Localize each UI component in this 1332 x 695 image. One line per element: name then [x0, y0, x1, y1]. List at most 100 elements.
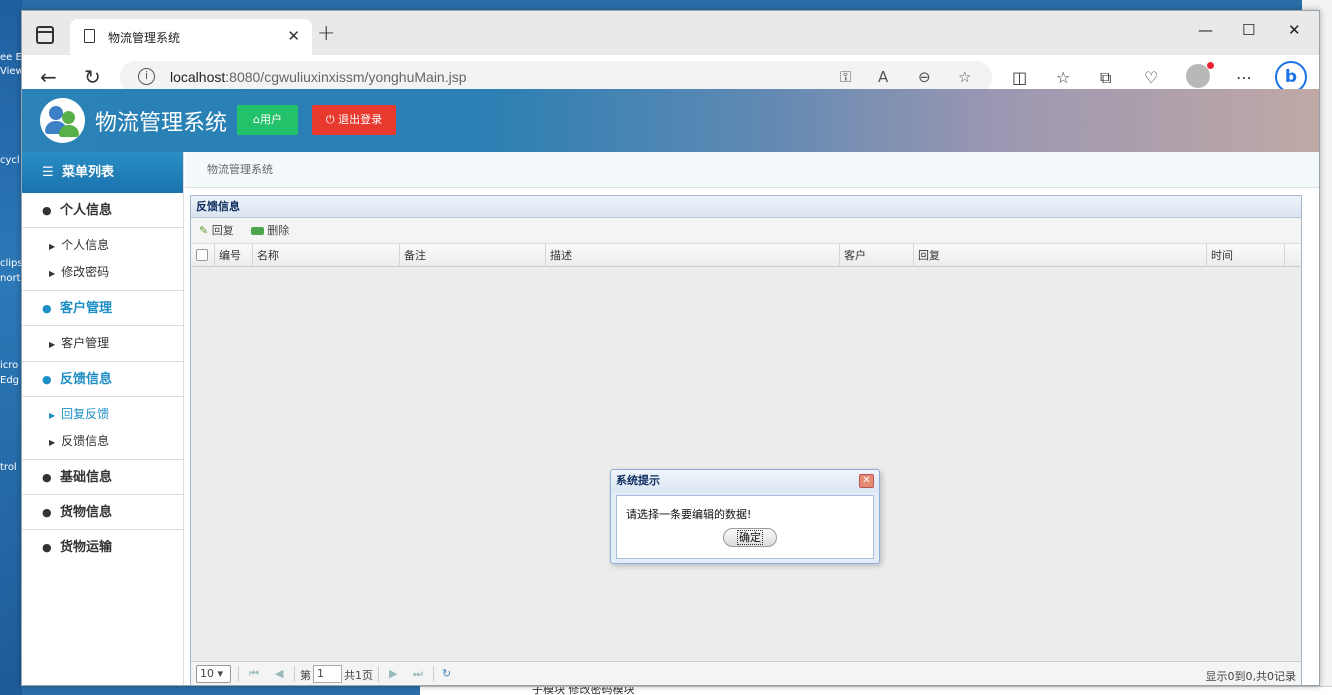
user-icon: ● — [42, 204, 52, 217]
maximize-button[interactable]: ☐ — [1242, 21, 1255, 39]
url-path: :8080/cgwuliuxinxissm/yonghuMain.jsp — [225, 69, 467, 85]
sidebar: ☰ 菜单列表 ● 个人信息 ▶ 个人信息 ▶ 修改密码 ● 客户管理 ▶ 客户管理 ● 反馈信… — [22, 152, 184, 685]
sidebar-section-basic-info[interactable]: ● 基础信息 — [22, 460, 183, 495]
sidebar-item-reply-feedback[interactable]: ▶ 回复反馈 — [22, 401, 183, 428]
workspaces-icon[interactable] — [36, 26, 54, 44]
power-icon: ⏻ — [325, 113, 339, 126]
user-icon: ● — [42, 541, 52, 554]
select-all-checkbox[interactable] — [196, 249, 208, 261]
minimize-button[interactable]: — — [1198, 21, 1213, 39]
select-all-cell — [191, 244, 215, 267]
column-header[interactable]: 客户 — [840, 244, 914, 267]
dialog-message: 请选择一条要编辑的数据! — [626, 508, 752, 521]
page-number-input[interactable]: 1 — [313, 665, 342, 683]
page-total: 共1页 — [344, 669, 373, 682]
user-icon: ● — [42, 302, 52, 315]
user-icon: ● — [42, 506, 52, 519]
sidebar-heading: ☰ 菜单列表 — [22, 152, 183, 193]
back-icon[interactable]: ← — [40, 65, 57, 89]
desktop-icon-label[interactable]: icro — [0, 360, 22, 371]
read-aloud-icon[interactable]: A — [878, 68, 888, 86]
split-screen-icon[interactable]: ◫ — [1012, 68, 1027, 87]
column-header[interactable]: 名称 — [253, 244, 400, 267]
feedback-panel: 反馈信息 ✎ 回复 删除 编号 名称 备注 描述 客户 回复 时间 10 ▾ ⏮… — [190, 195, 1302, 685]
app-title: 物流管理系统 — [95, 111, 228, 136]
desktop-icon-label[interactable]: cycl — [0, 155, 22, 166]
dialog-title: 系统提示 — [611, 470, 879, 492]
key-icon[interactable]: ⚿ — [840, 68, 851, 86]
desktop-icon-label[interactable]: Edg — [0, 375, 22, 386]
profile-avatar[interactable] — [1186, 62, 1214, 88]
column-header[interactable]: 时间 — [1207, 244, 1285, 267]
sidebar-item-personal-info[interactable]: ▶ 个人信息 — [22, 232, 183, 259]
tab-close-icon[interactable]: ✕ — [287, 27, 300, 45]
logout-button[interactable]: ⏻ 退出登录 — [312, 105, 396, 135]
refresh-icon[interactable]: ↻ — [84, 65, 101, 89]
panel-toolbar: ✎ 回复 删除 — [191, 218, 1301, 244]
page-size-select[interactable]: 10 ▾ — [196, 665, 231, 683]
grid-body — [191, 267, 1301, 661]
desktop-icon-label[interactable]: clips — [0, 258, 23, 269]
zoom-out-icon[interactable]: ⊖ — [918, 68, 931, 86]
desktop-icon-label[interactable]: trol — [0, 462, 22, 473]
browser-window: 物流管理系统 ✕ + — ☐ ✕ ← ↻ i localhost:8080/cg… — [21, 10, 1320, 686]
sidebar-section-feedback[interactable]: ● 反馈信息 — [22, 362, 183, 397]
more-menu-icon[interactable]: ⋯ — [1236, 68, 1252, 87]
browser-tab[interactable]: 物流管理系统 ✕ — [70, 19, 312, 55]
browser-essentials-icon[interactable]: ♡ — [1144, 68, 1158, 87]
app-header: 物流管理系统 ⌂用户 ⏻ 退出登录 — [22, 89, 1319, 152]
caret-right-icon: ▶ — [49, 269, 56, 278]
pencil-icon: ✎ — [199, 224, 209, 237]
web-app: 物流管理系统 ⌂用户 ⏻ 退出登录 ☰ 菜单列表 ● 个人信息 ▶ 个人信息 ▶ 修改密… — [22, 89, 1319, 685]
sidebar-section-goods-info[interactable]: ● 货物信息 — [22, 495, 183, 530]
delete-button[interactable]: 删除 — [251, 224, 289, 237]
collections-icon[interactable]: ⧉ — [1100, 68, 1111, 88]
sidebar-item-customer-management[interactable]: ▶ 客户管理 — [22, 330, 183, 357]
desktop-icon-label[interactable]: nort — [0, 273, 22, 284]
users-logo-icon — [40, 98, 85, 143]
page-prefix: 第 — [300, 669, 311, 682]
alert-dialog: 系统提示 ✕ 请选择一条要编辑的数据! 确定 — [610, 469, 880, 564]
site-info-icon[interactable]: i — [138, 68, 155, 85]
favorites-icon[interactable]: ☆ — [1056, 68, 1070, 87]
column-header[interactable]: 回复 — [914, 244, 1207, 267]
column-header[interactable]: 编号 — [215, 244, 253, 267]
refresh-page-icon[interactable]: ↻ — [442, 667, 451, 680]
new-tab-button[interactable]: + — [317, 21, 335, 46]
last-page-icon[interactable]: ⏭ — [413, 667, 423, 681]
first-page-icon[interactable]: ⏮ — [249, 667, 259, 681]
next-page-icon[interactable]: ▶ — [389, 667, 397, 680]
desktop-left-strip: ee E View cycl clips nort icro Edg trol — [0, 0, 24, 695]
pagination: 10 ▾ ⏮ ◀ 第 1 共1页 ▶ ⏭ ↻ 显示0到0,共0记录 — [191, 661, 1301, 685]
dialog-ok-button[interactable]: 确定 — [723, 528, 777, 547]
sidebar-item-feedback-info[interactable]: ▶ 反馈信息 — [22, 428, 183, 455]
user-button[interactable]: ⌂用户 — [237, 105, 298, 135]
list-icon: ☰ — [42, 165, 54, 180]
favorite-star-icon[interactable]: ☆ — [958, 68, 971, 86]
prev-page-icon[interactable]: ◀ — [275, 667, 283, 680]
grid-header: 编号 名称 备注 描述 客户 回复 时间 — [191, 244, 1301, 267]
sidebar-section-personal[interactable]: ● 个人信息 — [22, 193, 183, 228]
sidebar-item-change-password[interactable]: ▶ 修改密码 — [22, 259, 183, 286]
dialog-body: 请选择一条要编辑的数据! 确定 — [616, 495, 874, 559]
user-icon: ● — [42, 471, 52, 484]
close-window-button[interactable]: ✕ — [1288, 21, 1301, 39]
column-header[interactable]: 备注 — [400, 244, 546, 267]
user-icon: ● — [42, 373, 52, 386]
panel-title: 反馈信息 — [191, 196, 1301, 218]
column-header[interactable]: 描述 — [546, 244, 840, 267]
sidebar-section-goods-transport[interactable]: ● 货物运输 — [22, 530, 183, 565]
delete-icon — [251, 227, 265, 235]
caret-right-icon: ▶ — [49, 340, 56, 349]
desktop-icon-label[interactable]: View — [0, 66, 24, 77]
dialog-close-icon[interactable]: ✕ — [859, 474, 874, 488]
home-icon: ⌂ — [253, 113, 260, 126]
sidebar-section-customers[interactable]: ● 客户管理 — [22, 291, 183, 326]
caret-right-icon: ▶ — [49, 242, 56, 251]
reply-button[interactable]: ✎ 回复 — [199, 224, 234, 237]
desktop-icon-label[interactable]: ee E — [0, 52, 22, 63]
caret-right-icon: ▶ — [49, 411, 56, 420]
breadcrumb: 物流管理系统 — [185, 152, 1319, 188]
tab-bar: 物流管理系统 ✕ + — ☐ ✕ — [22, 11, 1319, 55]
background-window-text: 子模块 修改密码模块 — [420, 686, 1332, 695]
